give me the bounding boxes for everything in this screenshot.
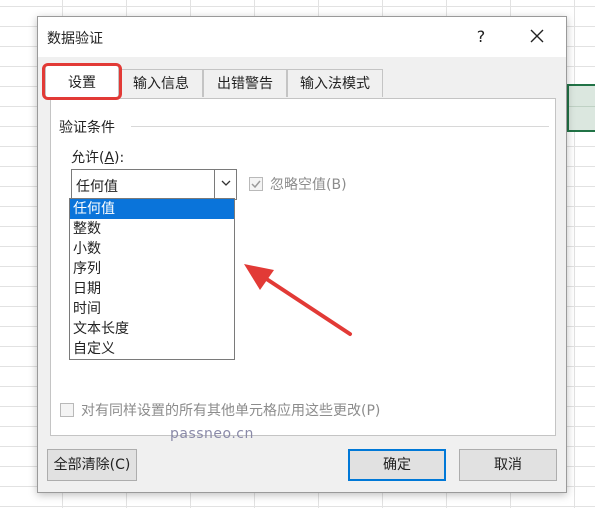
tab-error-alert[interactable]: 出错警告 <box>203 69 287 97</box>
tab-input-message[interactable]: 输入信息 <box>119 69 203 97</box>
watermark: passneo.cn <box>170 426 254 442</box>
close-icon <box>530 29 544 43</box>
ignore-blank-checkbox[interactable] <box>249 177 263 191</box>
allow-select-value: 任何值 <box>76 179 118 195</box>
chevron-down-icon <box>221 180 230 186</box>
ok-button[interactable]: 确定 <box>348 449 446 481</box>
allow-select[interactable]: 任何值 <box>71 169 237 200</box>
option-whole-number[interactable]: 整数 <box>70 219 234 239</box>
option-decimal[interactable]: 小数 <box>70 239 234 259</box>
title-bar: 数据验证 ? <box>38 17 566 57</box>
ignore-blank-label: 忽略空值(B) <box>270 177 347 193</box>
option-list[interactable]: 序列 <box>70 259 234 279</box>
tab-ime-mode[interactable]: 输入法模式 <box>287 69 383 97</box>
red-arrow-annotation <box>244 264 352 336</box>
apply-all-checkbox[interactable] <box>60 403 74 417</box>
close-button[interactable] <box>522 23 552 51</box>
group-divider <box>131 126 549 127</box>
cancel-button[interactable]: 取消 <box>459 449 557 481</box>
allow-options-list: 任何值 整数 小数 序列 日期 时间 文本长度 自定义 <box>69 198 235 360</box>
help-button[interactable]: ? <box>466 23 496 51</box>
checkmark-icon <box>251 180 261 189</box>
allow-label: 允许(A): <box>71 150 125 166</box>
option-custom[interactable]: 自定义 <box>70 339 234 359</box>
tab-highlight-annotation <box>42 63 122 100</box>
option-text-length[interactable]: 文本长度 <box>70 319 234 339</box>
option-date[interactable]: 日期 <box>70 279 234 299</box>
dialog-title: 数据验证 <box>47 31 103 47</box>
option-any-value[interactable]: 任何值 <box>70 199 234 219</box>
clear-all-button[interactable]: 全部清除(C) <box>47 449 137 481</box>
validation-criteria-heading: 验证条件 <box>59 117 119 137</box>
selected-cell-range <box>567 84 595 132</box>
apply-all-label: 对有同样设置的所有其他单元格应用这些更改(P) <box>81 403 381 419</box>
dropdown-toggle[interactable] <box>214 170 236 199</box>
option-time[interactable]: 时间 <box>70 299 234 319</box>
